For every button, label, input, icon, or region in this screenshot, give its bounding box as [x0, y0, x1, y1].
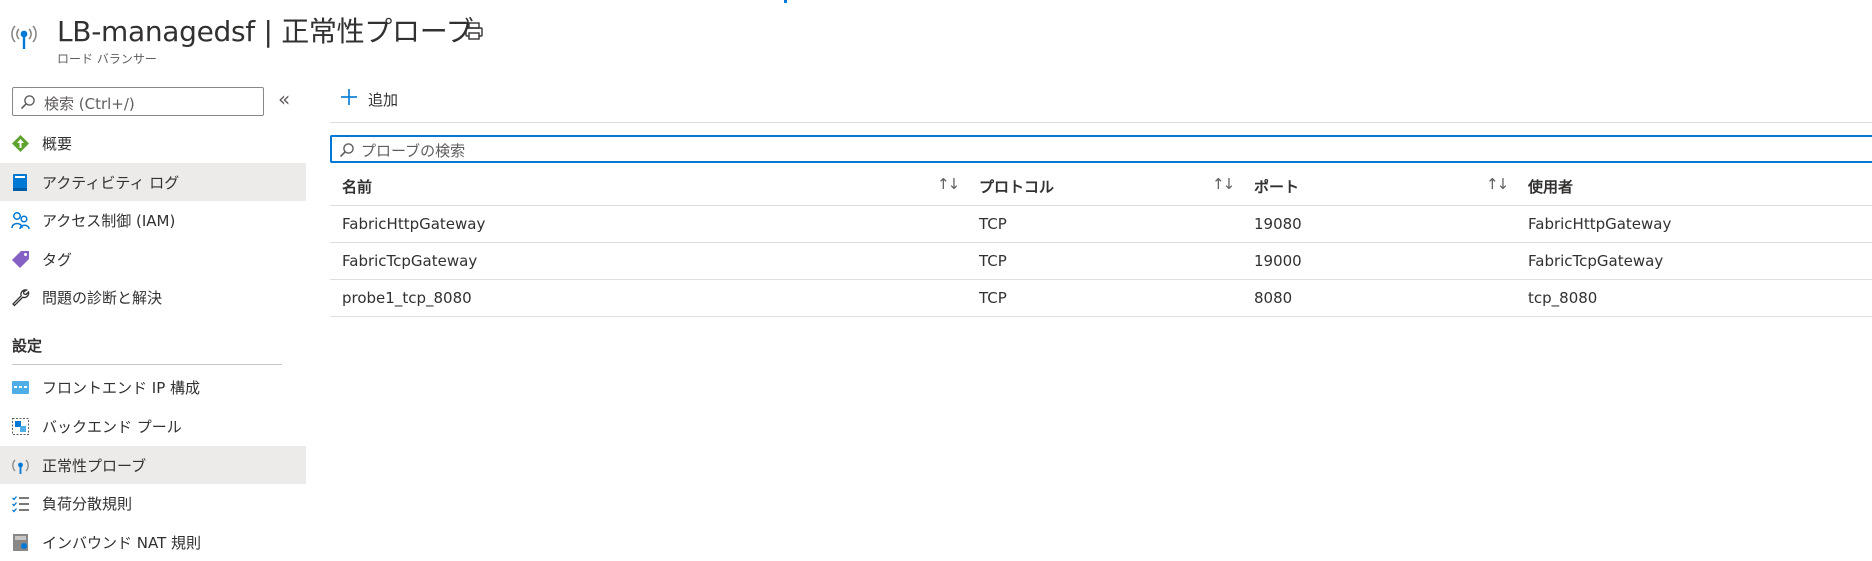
overview-icon: [12, 135, 29, 152]
cell-protocol: TCP: [979, 252, 1007, 270]
collapse-menu-icon[interactable]: «: [278, 89, 290, 109]
section-divider: [12, 364, 282, 365]
menu-item-label: 正常性プローブ: [42, 457, 147, 475]
wrench-icon: [12, 289, 30, 307]
menu-item-label: タグ: [42, 251, 73, 269]
menu-item-label: アクセス制御 (IAM): [42, 212, 176, 230]
table-row[interactable]: probe1_tcp_8080 TCP 8080 tcp_8080: [330, 280, 1872, 317]
activity-log-icon: [13, 174, 27, 191]
backend-pool-icon: [12, 418, 29, 435]
iam-icon: [11, 212, 30, 230]
cell-protocol: TCP: [979, 215, 1007, 233]
probe-search-placeholder: プローブの検索: [361, 142, 466, 160]
menu-search-input[interactable]: 検索 (Ctrl+/): [12, 87, 264, 116]
sort-icon[interactable]: ↑↓: [1212, 175, 1235, 193]
main-content: 追加 プローブの検索 名前 ↑↓ プロトコル ↑↓ ポート ↑↓ 使用者 Fab…: [330, 80, 1872, 561]
menu-item-label: アクティビティ ログ: [42, 174, 180, 192]
menu-item-diagnose[interactable]: 問題の診断と解決: [0, 278, 306, 316]
print-icon[interactable]: [463, 20, 485, 42]
menu-item-lb-rules[interactable]: 負荷分散規則: [0, 484, 306, 522]
column-header-protocol[interactable]: プロトコル: [979, 176, 1054, 197]
settings-section-header: 設定: [12, 337, 43, 355]
menu-item-label: 概要: [42, 135, 73, 153]
search-icon: [20, 95, 35, 110]
menu-item-iam[interactable]: アクセス制御 (IAM): [0, 201, 306, 239]
command-bar-divider: [330, 122, 1872, 123]
menu-item-label: インバウンド NAT 規則: [42, 534, 202, 552]
probe-search-input[interactable]: プローブの検索: [330, 135, 1872, 163]
menu-item-activity-log[interactable]: アクティビティ ログ: [0, 163, 306, 201]
cell-name[interactable]: probe1_tcp_8080: [342, 289, 472, 307]
table-header: 名前 ↑↓ プロトコル ↑↓ ポート ↑↓ 使用者: [330, 166, 1872, 206]
search-icon: [339, 143, 354, 158]
table-row[interactable]: FabricHttpGateway TCP 19080 FabricHttpGa…: [330, 206, 1872, 243]
menu-item-tags[interactable]: タグ: [0, 240, 306, 278]
cell-name[interactable]: FabricHttpGateway: [342, 215, 485, 233]
blade-header: LB-managedsf | 正常性プローブ ロード バランサー: [0, 0, 1872, 70]
menu-item-health-probes[interactable]: 正常性プローブ: [0, 446, 306, 484]
menu-item-inbound-nat[interactable]: インバウンド NAT 規則: [0, 523, 306, 561]
frontend-ip-icon: [12, 381, 29, 394]
cell-port: 19080: [1254, 215, 1302, 233]
health-probe-icon: [12, 459, 29, 474]
cell-used-by: FabricTcpGateway: [1528, 252, 1664, 270]
lb-rules-icon: [12, 496, 29, 513]
menu-item-frontend-ip[interactable]: フロントエンド IP 構成: [0, 368, 306, 406]
menu-item-label: 負荷分散規則: [42, 495, 133, 513]
menu-item-label: フロントエンド IP 構成: [42, 379, 201, 397]
column-header-port[interactable]: ポート: [1254, 176, 1299, 197]
menu-search-placeholder: 検索 (Ctrl+/): [44, 95, 135, 113]
top-accent-mark: [784, 0, 787, 3]
cell-used-by: tcp_8080: [1528, 289, 1598, 307]
page-title: LB-managedsf | 正常性プローブ: [57, 15, 474, 48]
menu-item-label: 問題の診断と解決: [42, 289, 163, 307]
sort-icon[interactable]: ↑↓: [1486, 175, 1509, 193]
probes-table: 名前 ↑↓ プロトコル ↑↓ ポート ↑↓ 使用者 FabricHttpGate…: [330, 166, 1872, 317]
health-probe-resource-icon: [11, 25, 37, 49]
cell-port: 19000: [1254, 252, 1302, 270]
resource-menu: 検索 (Ctrl+/) « 概要 アクティビティ ログ アクセス制御 (IAM): [0, 80, 306, 561]
resource-type-subtitle: ロード バランサー: [57, 52, 157, 66]
cell-protocol: TCP: [979, 289, 1007, 307]
add-button-label: 追加: [368, 91, 399, 109]
table-row[interactable]: FabricTcpGateway TCP 19000 FabricTcpGate…: [330, 243, 1872, 280]
sort-icon[interactable]: ↑↓: [937, 175, 960, 193]
inbound-nat-icon: [13, 534, 28, 551]
menu-item-overview[interactable]: 概要: [0, 124, 306, 162]
plus-icon: [341, 89, 357, 105]
column-header-used-by[interactable]: 使用者: [1528, 176, 1573, 197]
cell-name[interactable]: FabricTcpGateway: [342, 252, 477, 270]
menu-item-backend-pool[interactable]: バックエンド プール: [0, 407, 306, 445]
cell-port: 8080: [1254, 289, 1293, 307]
tag-icon: [12, 251, 29, 268]
menu-item-label: バックエンド プール: [42, 418, 182, 436]
column-header-name[interactable]: 名前: [342, 176, 372, 197]
cell-used-by: FabricHttpGateway: [1528, 215, 1672, 233]
